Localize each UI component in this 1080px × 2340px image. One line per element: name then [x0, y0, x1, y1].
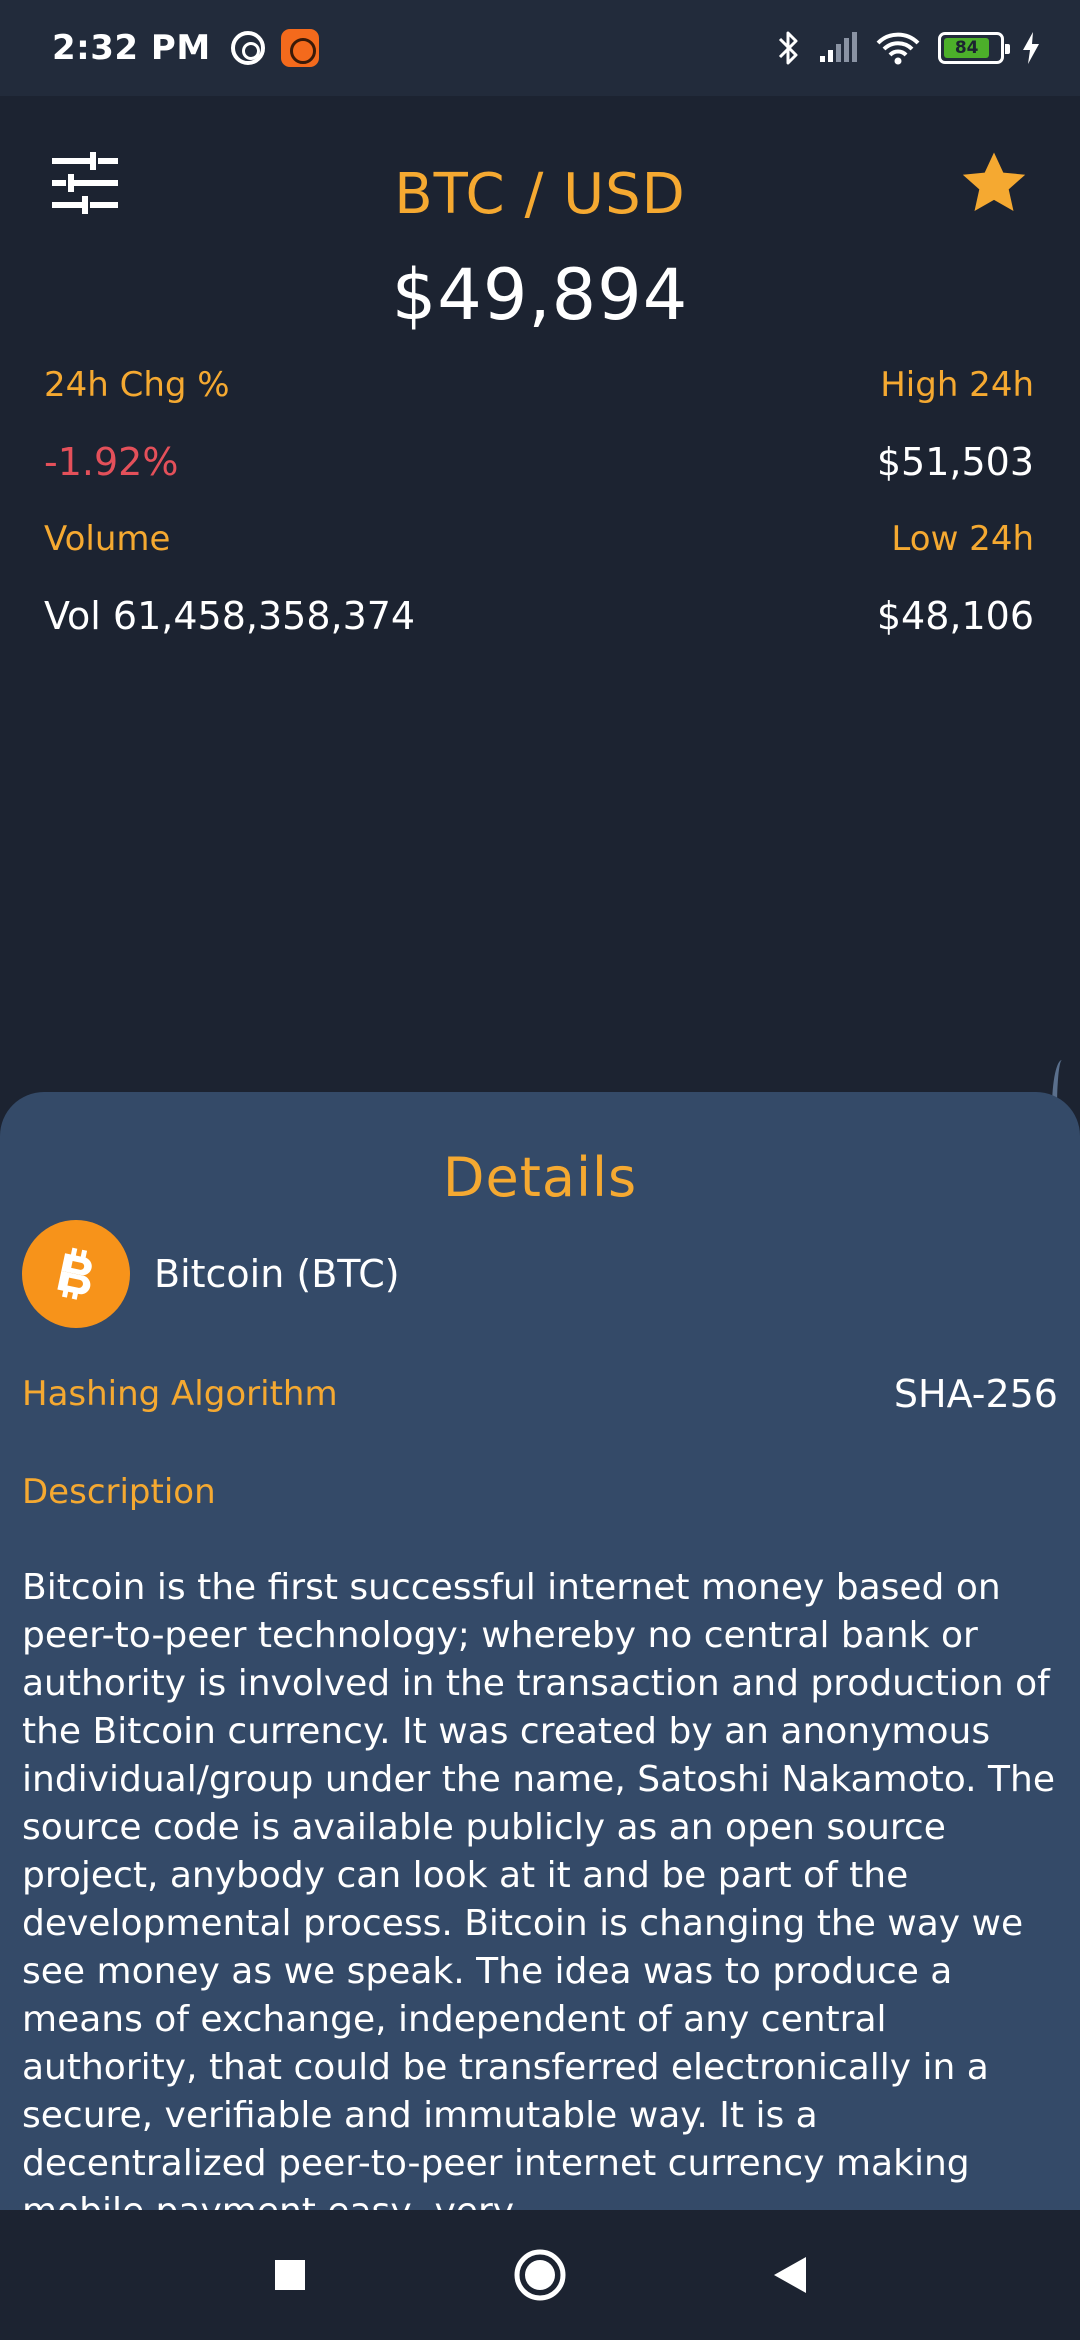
low-value: $48,106: [876, 593, 1034, 638]
algorithm-label: Hashing Algorithm: [22, 1374, 338, 1414]
system-nav-bar: [0, 2210, 1080, 2340]
stat-row-labels-2: Volume Low 24h: [44, 500, 1034, 577]
star-icon: [962, 152, 1026, 211]
algorithm-value: SHA-256: [893, 1372, 1058, 1416]
header: BTC / USD $49,894: [0, 96, 1080, 336]
stat-row-values-2: Vol 61,458,358,374 $48,106: [44, 577, 1034, 654]
details-sheet[interactable]: Details Bitcoin (BTC) Hashing Algorithm …: [0, 1092, 1080, 2210]
favorite-button[interactable]: [958, 148, 1030, 220]
bitcoin-logo-icon: [22, 1220, 130, 1328]
battery-level: 84: [944, 38, 990, 58]
status-bar: 2:32 PM 84: [0, 0, 1080, 96]
home-button[interactable]: [510, 2245, 570, 2305]
app-notification-icon: [280, 29, 319, 67]
bitcoin-symbol-icon: [57, 1247, 92, 1300]
back-icon: [774, 2257, 806, 2293]
volume-value: Vol 61,458,358,374: [44, 593, 416, 638]
volume-label: Volume: [44, 518, 171, 559]
stat-row-labels-1: 24h Chg % High 24h: [44, 346, 1034, 423]
wifi-icon: [876, 32, 920, 65]
details-title: Details: [442, 1146, 638, 1209]
low-label: Low 24h: [891, 518, 1034, 559]
recents-button[interactable]: [260, 2245, 320, 2305]
pair-title: BTC / USD: [394, 162, 686, 227]
home-icon: [514, 2249, 566, 2301]
algorithm-row: Hashing Algorithm SHA-256: [22, 1372, 1058, 1416]
change-value: -1.92%: [44, 439, 179, 484]
recents-icon: [275, 2260, 305, 2290]
screen: 2:32 PM 84 BTC / USD $49,894 24h Chg % H…: [0, 0, 1080, 2340]
coin-name: Bitcoin (BTC): [154, 1252, 400, 1296]
battery-icon: 84: [938, 32, 1010, 64]
status-left-icons: [230, 29, 319, 67]
bluetooth-icon: [778, 31, 798, 65]
stats-panel: 24h Chg % High 24h -1.92% $51,503 Volume…: [44, 346, 1034, 654]
current-price: $49,894: [391, 254, 689, 336]
signal-icon: [820, 32, 857, 62]
description-text: Bitcoin is the first successful internet…: [22, 1567, 1055, 2210]
stat-row-values-1: -1.92% $51,503: [44, 423, 1034, 500]
high-label: High 24h: [880, 364, 1034, 405]
status-right-icons: 84: [776, 30, 1040, 66]
change-label: 24h Chg %: [44, 364, 230, 405]
coin-row: Bitcoin (BTC): [22, 1220, 400, 1328]
back-button[interactable]: [760, 2245, 820, 2305]
status-time: 2:32 PM: [52, 28, 211, 68]
description-label: Description: [22, 1472, 216, 1512]
high-value: $51,503: [876, 439, 1034, 484]
charging-icon: [1023, 32, 1039, 64]
at-sign-icon: [230, 31, 265, 65]
